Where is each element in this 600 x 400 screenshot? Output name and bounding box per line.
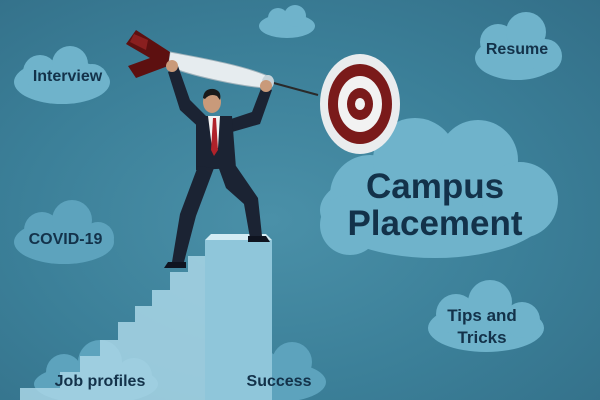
covid-label: COVID-19 [28,231,103,248]
job-profiles-label: Job profiles [54,373,146,390]
interview-label: Interview [32,68,103,85]
illustration: Interview Resume COVID-19 Tips and Trick… [0,0,600,400]
dart-icon [126,30,319,96]
success-label: Success [246,373,312,390]
tips-label: Tips and Tricks [447,306,517,347]
target-icon [320,54,400,154]
resume-label: Resume [485,41,549,58]
campus-placement-title: Campus Placement [347,167,523,243]
cloud-top-center [259,5,315,38]
